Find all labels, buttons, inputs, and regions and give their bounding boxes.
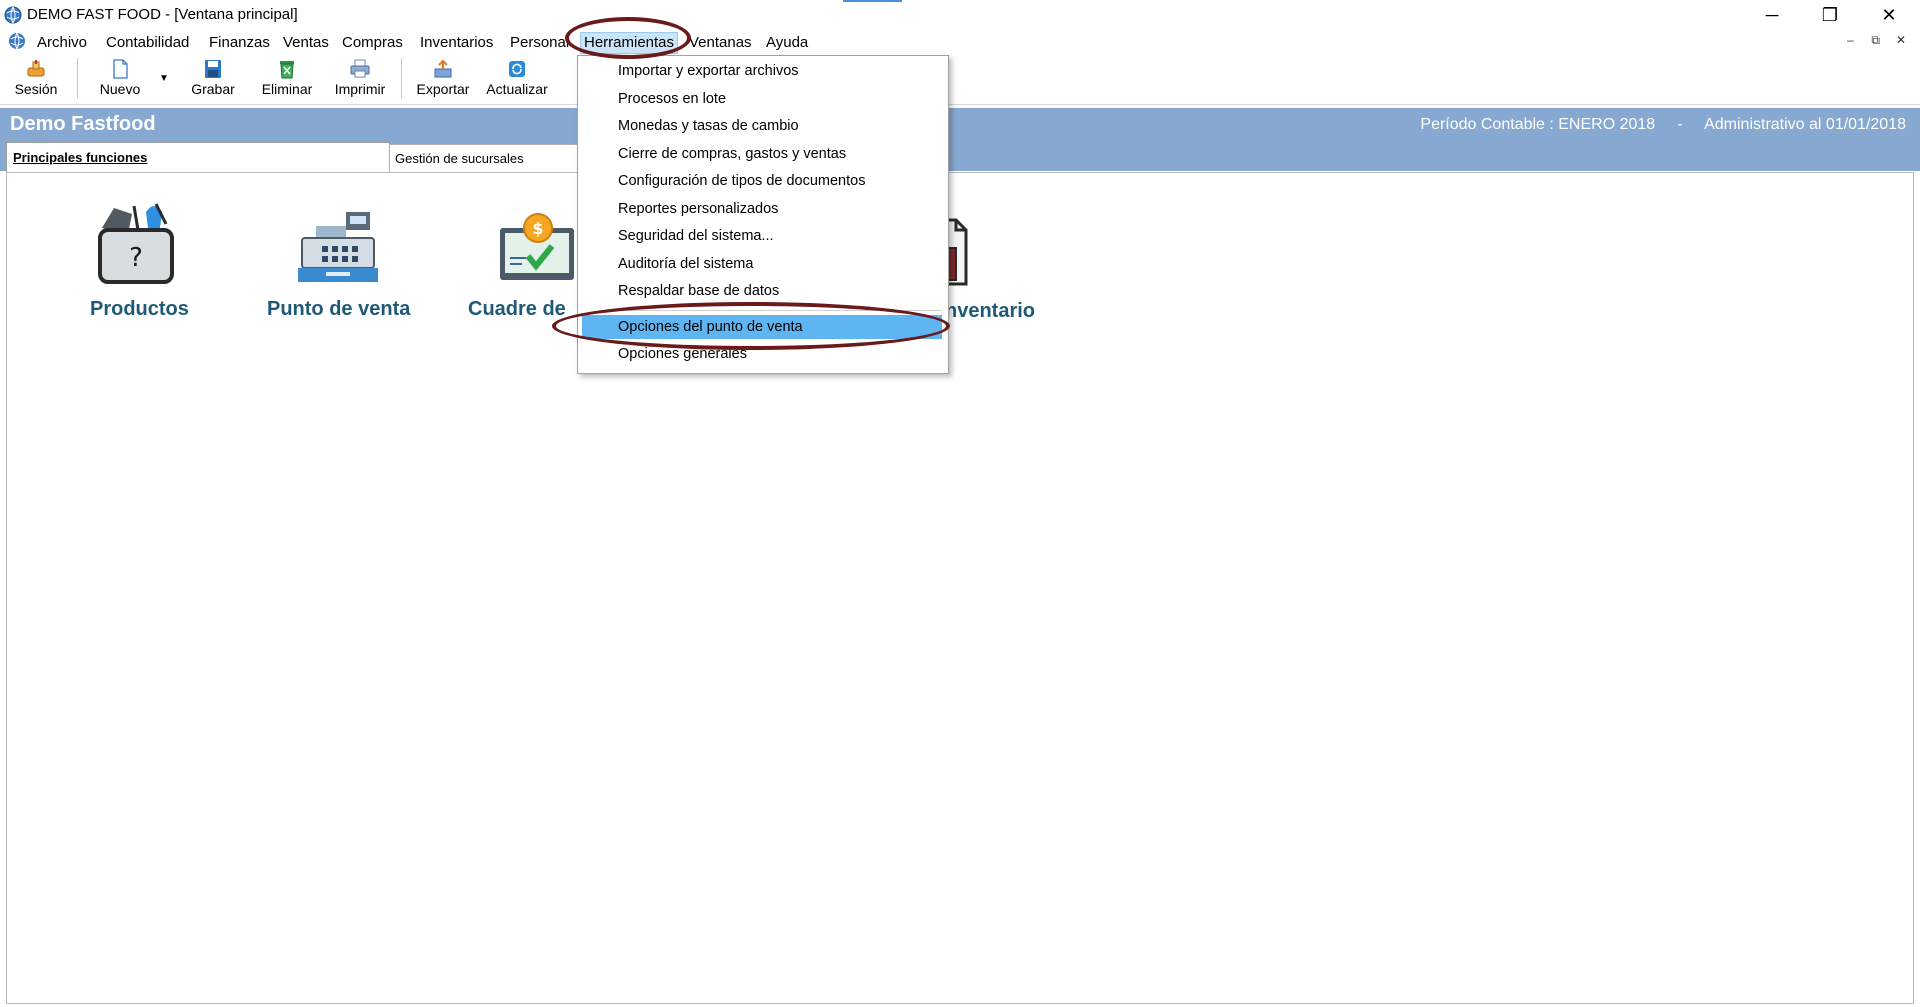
minimize-button[interactable]: ─ bbox=[1743, 0, 1801, 30]
accent-line bbox=[843, 0, 902, 2]
annotation-ellipse-herramientas bbox=[565, 17, 691, 59]
menuitem-procesos-lote[interactable]: Procesos en lote bbox=[618, 88, 726, 110]
cuadre-tile[interactable]: $ bbox=[496, 208, 576, 288]
menuitem-configuracion-documentos[interactable]: Configuración de tipos de documentos bbox=[618, 170, 865, 192]
menu-ventanas[interactable]: Ventanas bbox=[686, 33, 755, 53]
mdi-restore-button[interactable]: ⧉ bbox=[1865, 33, 1887, 48]
menuitem-monedas-tasas[interactable]: Monedas y tasas de cambio bbox=[618, 115, 799, 137]
menu-personal[interactable]: Personal bbox=[507, 33, 572, 53]
menuitem-reportes-personalizados[interactable]: Reportes personalizados bbox=[618, 198, 778, 220]
inventario-label[interactable]: nventario bbox=[945, 300, 1035, 323]
menu-archivo[interactable]: Archivo bbox=[34, 33, 90, 53]
cash-register-icon bbox=[298, 212, 378, 282]
mdi-controls: – ⧉ ✕ bbox=[1839, 33, 1912, 48]
menuitem-importar-exportar[interactable]: Importar y exportar archivos bbox=[618, 60, 799, 82]
nuevo-dropdown-arrow-icon[interactable]: ▼ bbox=[159, 73, 169, 84]
nuevo-label: Nuevo bbox=[99, 81, 141, 97]
refresh-icon bbox=[509, 61, 525, 77]
period-info: Período Contable : ENERO 2018 - Administ… bbox=[1420, 116, 1906, 133]
toolbar-separator bbox=[401, 58, 402, 98]
window-title: DEMO FAST FOOD - [Ventana principal] bbox=[27, 6, 298, 23]
menu-finanzas[interactable]: Finanzas bbox=[206, 33, 273, 53]
productos-tile[interactable]: ? bbox=[94, 200, 184, 290]
actualizar-button[interactable]: Actualizar bbox=[482, 57, 552, 101]
menuitem-cierre-compras[interactable]: Cierre de compras, gastos y ventas bbox=[618, 143, 846, 165]
restore-button[interactable]: ❐ bbox=[1801, 0, 1859, 30]
annotation-ellipse-opciones-punto-venta bbox=[552, 302, 950, 350]
close-button[interactable]: ✕ bbox=[1860, 0, 1918, 30]
productos-label[interactable]: Productos bbox=[90, 298, 189, 321]
sesion-label: Sesión bbox=[14, 81, 58, 97]
menu-compras[interactable]: Compras bbox=[339, 33, 406, 53]
menu-inventarios[interactable]: Inventarios bbox=[417, 33, 496, 53]
new-document-icon bbox=[113, 59, 128, 79]
mdi-close-button[interactable]: ✕ bbox=[1890, 33, 1912, 47]
tab-principales-funciones-label: Principales funciones bbox=[13, 150, 148, 165]
grabar-button[interactable]: Grabar bbox=[178, 57, 248, 101]
imprimir-button[interactable]: Imprimir bbox=[325, 57, 395, 101]
mdi-globe-icon[interactable] bbox=[8, 32, 26, 50]
app-globe-icon[interactable] bbox=[4, 6, 22, 24]
sesion-button[interactable]: Sesión bbox=[1, 57, 71, 101]
eliminar-label: Eliminar bbox=[261, 81, 313, 97]
menu-contabilidad[interactable]: Contabilidad bbox=[103, 33, 192, 53]
company-name: Demo Fastfood bbox=[10, 113, 156, 135]
menuitem-auditoria-sistema[interactable]: Auditoría del sistema bbox=[618, 253, 753, 275]
menuitem-respaldar-base-datos[interactable]: Respaldar base de datos bbox=[618, 280, 779, 302]
punto-venta-label[interactable]: Punto de venta bbox=[267, 298, 410, 321]
cash-balance-icon: $ bbox=[500, 213, 574, 280]
svg-text:$: $ bbox=[532, 219, 543, 238]
menu-ayuda[interactable]: Ayuda bbox=[763, 33, 811, 53]
eliminar-button[interactable]: Eliminar bbox=[252, 57, 322, 101]
svg-text:?: ? bbox=[129, 243, 143, 273]
imprimir-label: Imprimir bbox=[334, 81, 386, 97]
tab-gestion-sucursales-label: Gestión de sucursales bbox=[395, 151, 524, 166]
content-area bbox=[6, 172, 1914, 1004]
exportar-label: Exportar bbox=[416, 81, 470, 97]
printer-icon bbox=[350, 59, 370, 78]
mdi-minimize-button[interactable]: – bbox=[1839, 33, 1861, 47]
tab-principales-funciones[interactable]: Principales funciones bbox=[6, 142, 390, 173]
delete-icon bbox=[280, 61, 294, 79]
punto-venta-tile[interactable] bbox=[296, 208, 380, 288]
menu-ventas[interactable]: Ventas bbox=[280, 33, 332, 53]
nuevo-button[interactable]: Nuevo bbox=[85, 57, 155, 101]
export-icon bbox=[434, 59, 452, 78]
product-box-icon: ? bbox=[98, 203, 174, 284]
save-icon bbox=[205, 60, 221, 78]
cuadre-label[interactable]: Cuadre de bbox=[468, 298, 566, 321]
actualizar-label: Actualizar bbox=[486, 81, 548, 97]
toolbar-separator bbox=[77, 58, 78, 98]
session-icon bbox=[27, 60, 45, 77]
menuitem-seguridad-sistema[interactable]: Seguridad del sistema... bbox=[618, 225, 774, 247]
grabar-label: Grabar bbox=[191, 81, 235, 97]
exportar-button[interactable]: Exportar bbox=[408, 57, 478, 101]
